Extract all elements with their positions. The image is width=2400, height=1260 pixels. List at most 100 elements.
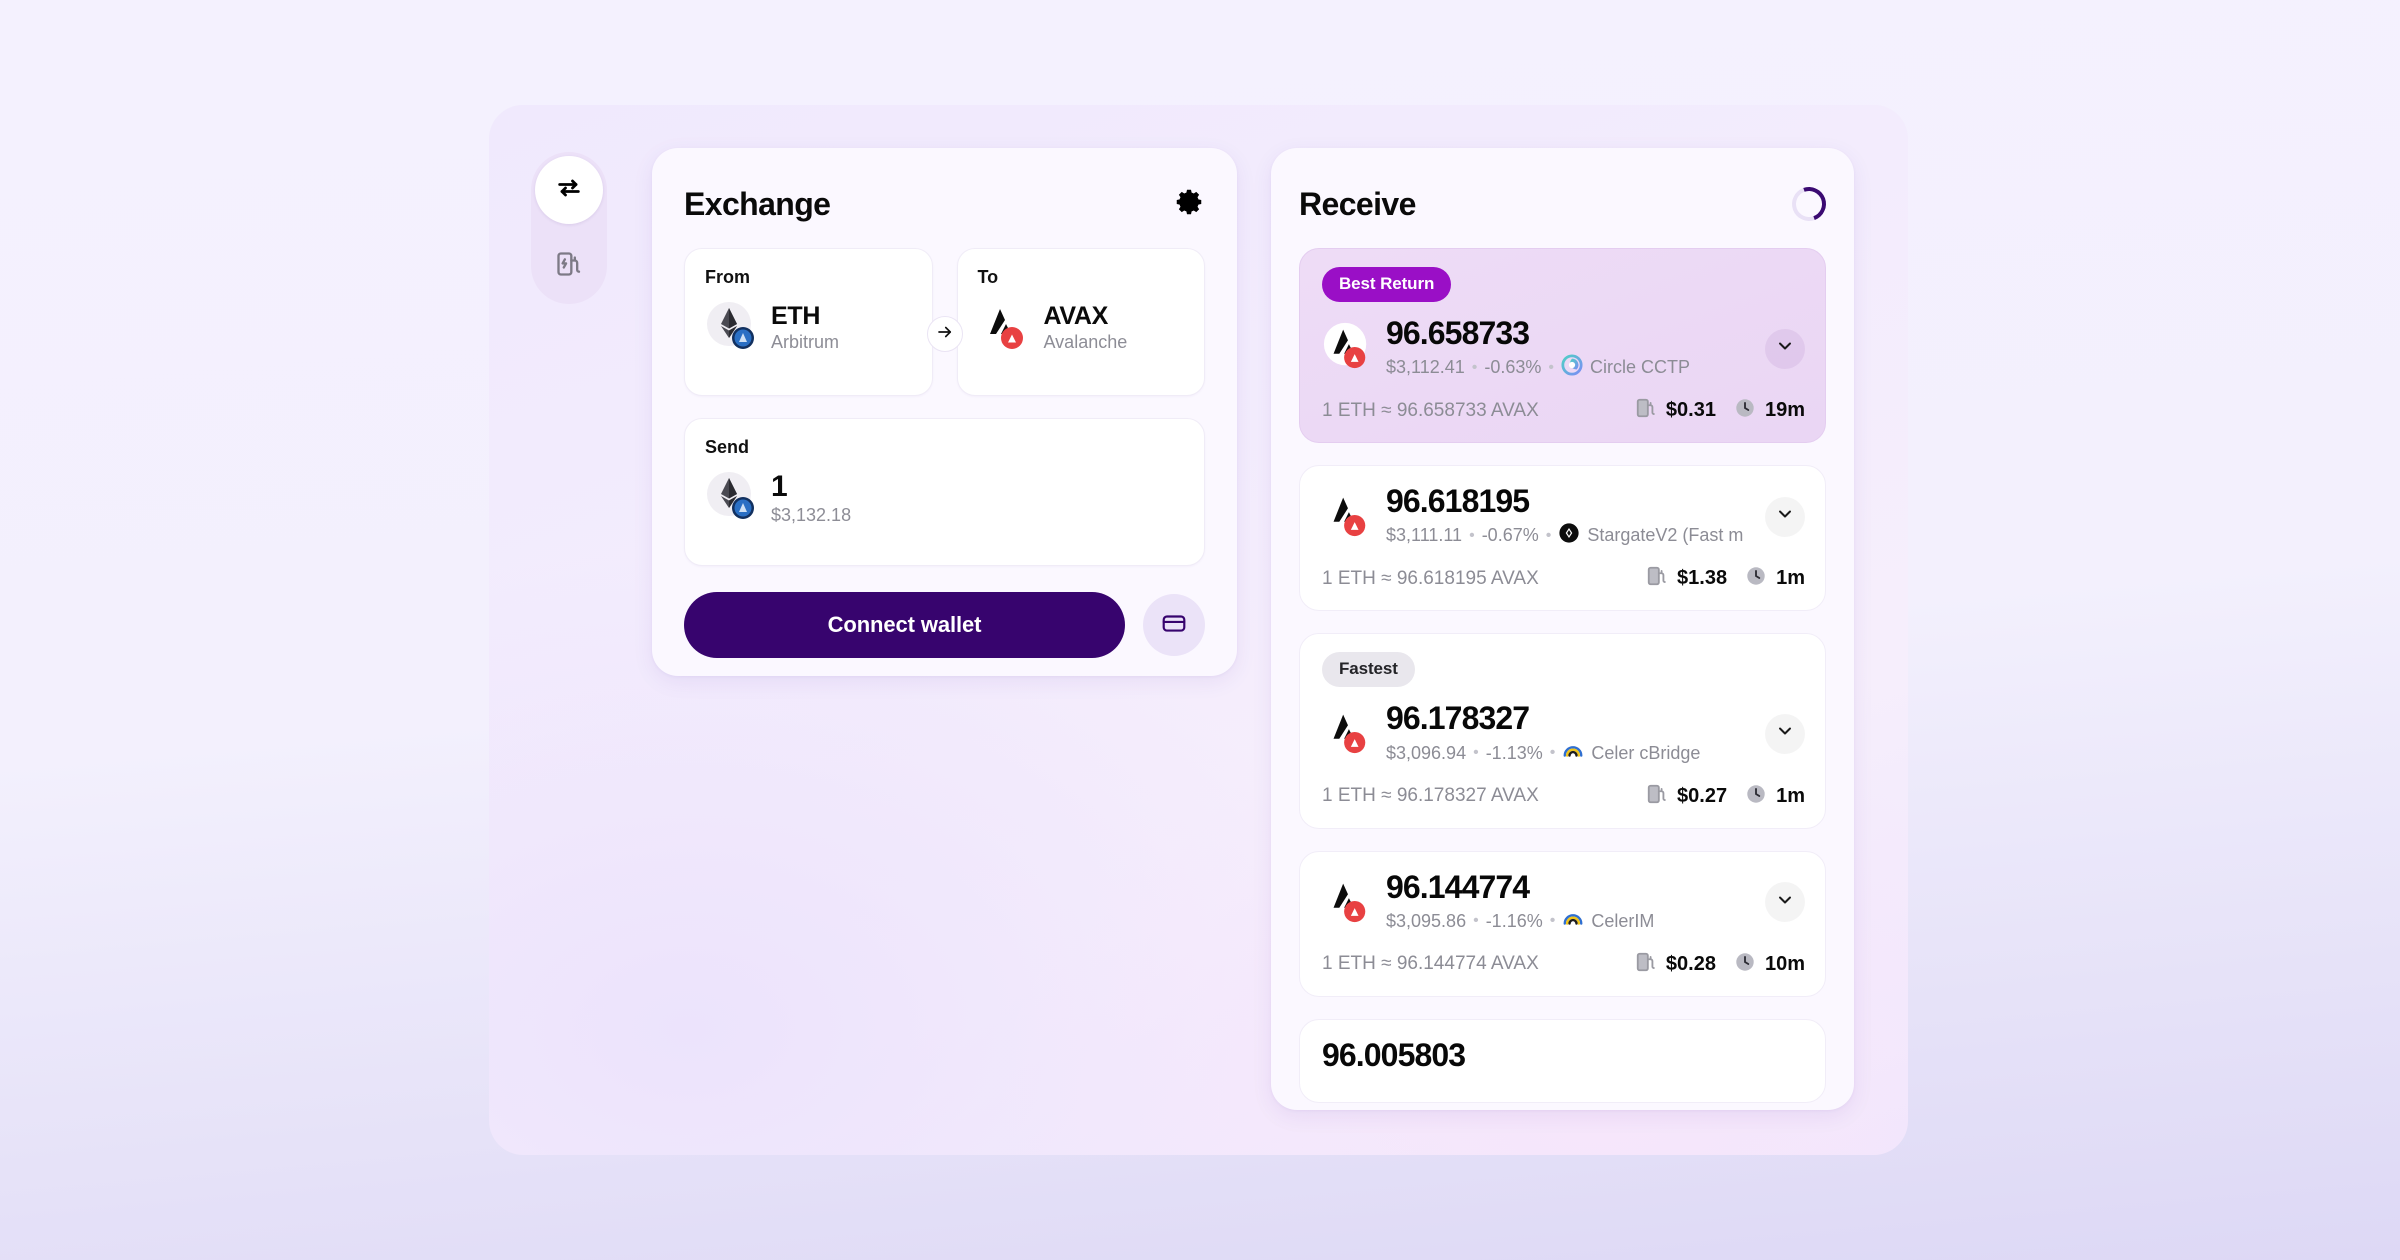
quote-gas-value: $0.31 (1665, 399, 1716, 422)
quote-gas-value: $0.28 (1665, 952, 1716, 975)
celer-icon (1562, 740, 1584, 767)
settings-button[interactable] (1175, 187, 1205, 222)
circle-cctp-icon (1561, 354, 1583, 381)
wallet-button[interactable] (1143, 594, 1205, 656)
avalanche-icon (1322, 489, 1372, 544)
quote-time: 1m (1745, 565, 1805, 592)
action-row: Connect wallet (684, 592, 1205, 658)
quote-card[interactable]: Best Return 96.658733 $3,112.41 • -0.63% • Cir… (1299, 248, 1826, 444)
quote-change: -0.63% (1484, 357, 1542, 378)
quote-card-partial[interactable]: 96.005803 (1299, 1018, 1826, 1103)
quote-time-value: 10m (1764, 952, 1805, 975)
quote-change: -1.16% (1485, 910, 1543, 931)
separator-dot: • (1545, 526, 1552, 544)
spinner-icon (1786, 181, 1832, 227)
quote-time-value: 1m (1776, 784, 1805, 807)
separator-dot: • (1471, 358, 1478, 376)
quote-badge: Best Return (1322, 267, 1452, 302)
quote-expand-button[interactable] (1765, 496, 1805, 537)
quote-rate: 1 ETH ≈ 96.178327 AVAX (1322, 785, 1539, 807)
separator-dot: • (1469, 526, 1475, 544)
quote-meta: $3,095.86 • -1.16% • CelerIM (1386, 908, 1751, 935)
quote-card[interactable]: Fastest 96.178327 $3,096.94 • -1.13% • Celer c… (1299, 633, 1826, 829)
quote-gas: $0.28 (1635, 951, 1716, 978)
avalanche-icon (1322, 706, 1372, 761)
quote-expand-button[interactable] (1765, 713, 1805, 754)
chevron-down-icon (1775, 890, 1795, 915)
gas-pump-icon (1646, 783, 1668, 810)
separator-dot: • (1549, 744, 1556, 762)
page-title: Exchange (684, 185, 831, 222)
quote-card[interactable]: 96.144774 $3,095.86 • -1.16% • CelerIM 1 ETH ≈… (1299, 850, 1826, 997)
clock-icon (1745, 565, 1767, 592)
quote-amount: 96.144774 (1386, 868, 1530, 905)
quote-rate: 1 ETH ≈ 96.658733 AVAX (1322, 399, 1539, 421)
gear-icon (1175, 187, 1205, 222)
quote-meta: $3,111.11 • -0.67% • StargateV2 (Fast m (1386, 522, 1751, 549)
quote-card[interactable]: 96.618195 $3,111.11 • -0.67% • StargateV2 (Fa… (1299, 465, 1826, 612)
stargate-icon (1558, 522, 1580, 549)
quote-time-value: 19m (1764, 399, 1805, 422)
swap-horizontal-icon (555, 174, 583, 207)
clock-icon (1734, 951, 1756, 978)
quote-usd: $3,095.86 (1386, 910, 1467, 931)
quote-expand-button[interactable] (1765, 882, 1805, 923)
gas-pump-icon (1635, 951, 1657, 978)
chevron-down-icon (1775, 336, 1795, 361)
separator-dot: • (1549, 912, 1556, 930)
quote-bridge-name: Circle CCTP (1590, 357, 1691, 378)
quote-time-value: 1m (1776, 567, 1805, 590)
quote-gas: $1.38 (1646, 565, 1727, 592)
separator-dot: • (1473, 744, 1479, 762)
quote-usd: $3,096.94 (1386, 742, 1467, 763)
from-chain: Arbitrum (771, 332, 840, 353)
gas-pump-icon (1646, 565, 1668, 592)
exchange-panel: Exchange From ETH Arbitrum To AVAX Avala… (652, 148, 1237, 676)
gas-pump-icon (1635, 397, 1657, 424)
quote-time: 1m (1745, 783, 1805, 810)
quote-amount: 96.658733 (1386, 315, 1530, 351)
celer-icon (1562, 908, 1584, 935)
mode-gas-button[interactable] (535, 232, 603, 300)
mode-swap-button[interactable] (535, 156, 603, 224)
quote-usd: $3,112.41 (1386, 357, 1465, 378)
send-amount-card[interactable]: Send 1 $3,132.18 (684, 418, 1205, 566)
quote-bridge-name: StargateV2 (Fast m (1587, 525, 1744, 546)
arrow-right-icon (936, 323, 954, 346)
quote-time: 19m (1734, 397, 1805, 424)
ethereum-icon (705, 300, 757, 357)
send-input[interactable]: 1 (771, 470, 851, 503)
quote-gas-value: $0.27 (1677, 784, 1728, 807)
quote-amount: 96.005803 (1322, 1037, 1466, 1073)
wallet-icon (1161, 610, 1187, 641)
gas-pump-icon (555, 250, 583, 283)
mode-toggle-rail (531, 152, 607, 304)
exchange-header: Exchange (684, 182, 1205, 226)
receive-panel: Receive Best Return 96.658733 $3,112.41 • -0… (1271, 148, 1854, 1110)
receive-header: Receive (1299, 181, 1832, 227)
clock-icon (1734, 397, 1756, 424)
connect-wallet-button[interactable]: Connect wallet (684, 592, 1125, 658)
ethereum-icon (705, 470, 757, 527)
send-label: Send (705, 437, 750, 457)
quote-bridge-name: CelerIM (1591, 910, 1655, 931)
quote-gas: $0.27 (1646, 783, 1727, 810)
from-label: From (705, 267, 750, 287)
swap-direction-button[interactable] (926, 316, 963, 352)
quote-expand-button[interactable] (1765, 328, 1805, 369)
separator-dot: • (1548, 358, 1555, 376)
from-token-selector[interactable]: From ETH Arbitrum (684, 248, 933, 396)
to-chain: Avalanche (1043, 332, 1128, 353)
quote-amount: 96.178327 (1386, 700, 1530, 737)
to-token-selector[interactable]: To AVAX Avalanche (956, 248, 1205, 396)
quote-gas-value: $1.38 (1677, 567, 1728, 590)
to-label: To (977, 267, 999, 287)
quote-usd: $3,111.11 (1386, 525, 1463, 546)
avalanche-icon (1322, 321, 1372, 376)
avalanche-icon (1322, 875, 1372, 930)
quote-rate: 1 ETH ≈ 96.618195 AVAX (1322, 567, 1539, 589)
quote-rate: 1 ETH ≈ 96.144774 AVAX (1322, 953, 1539, 975)
chevron-down-icon (1775, 721, 1795, 746)
quote-meta: $3,096.94 • -1.13% • Celer cBridge (1386, 740, 1751, 767)
separator-dot: • (1473, 912, 1479, 930)
